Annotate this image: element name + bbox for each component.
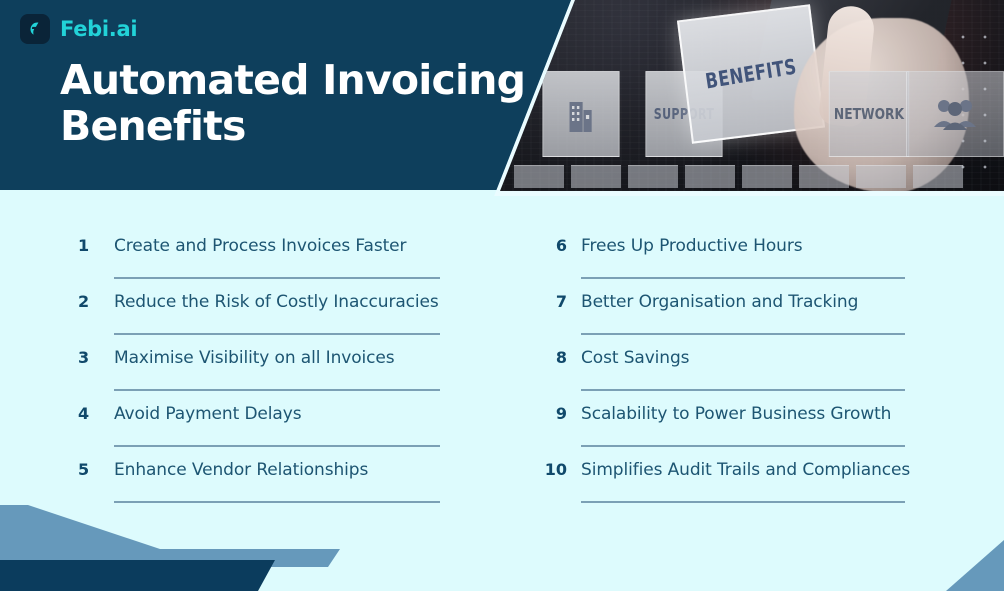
footer-accent-navy <box>0 560 275 591</box>
benefit-number: 1 <box>78 236 90 255</box>
benefit-number: 7 <box>555 292 567 311</box>
benefit-row: 6 Frees Up Productive Hours <box>541 236 1004 292</box>
icon-chip <box>514 165 564 188</box>
benefit-number: 10 <box>544 460 567 479</box>
benefit-row: 5 Enhance Vendor Relationships <box>78 460 541 516</box>
icon-chip <box>742 165 792 188</box>
benefit-label: Reduce the Risk of Costly Inaccuracies <box>114 292 439 312</box>
benefits-column-right: 6 Frees Up Productive Hours 7 Better Org… <box>541 236 1004 516</box>
building-icon <box>542 71 620 157</box>
benefit-row: 7 Better Organisation and Tracking <box>541 292 1004 348</box>
benefit-number: 9 <box>555 404 567 423</box>
benefit-number: 8 <box>555 348 567 367</box>
benefit-number: 5 <box>78 460 90 479</box>
brand-name: Febi.ai <box>60 17 138 41</box>
icon-chip <box>571 165 621 188</box>
benefit-divider <box>581 389 905 391</box>
icon-chip <box>913 165 963 188</box>
photo-image: SUPPORT BENEFITS NETWORK <box>500 0 1004 191</box>
benefit-divider <box>114 277 440 279</box>
icon-chip <box>628 165 678 188</box>
benefit-row: 10 Simplifies Audit Trails and Complianc… <box>541 460 1004 516</box>
infographic-canvas: Febi.ai Automated Invoicing Benefits SUP… <box>0 0 1004 591</box>
benefit-label: Maximise Visibility on all Invoices <box>114 348 395 368</box>
people-group-icon <box>906 71 1004 157</box>
benefit-row: 9 Scalability to Power Business Growth <box>541 404 1004 460</box>
icon-chip <box>856 165 906 188</box>
hero-photo: SUPPORT BENEFITS NETWORK <box>494 0 1004 196</box>
benefit-label: Scalability to Power Business Growth <box>581 404 892 424</box>
benefit-number: 6 <box>555 236 567 255</box>
benefit-row: 3 Maximise Visibility on all Invoices <box>78 348 541 404</box>
icon-chip <box>685 165 735 188</box>
benefit-label: Enhance Vendor Relationships <box>114 460 369 480</box>
benefit-label: Cost Savings <box>581 348 690 368</box>
icon-chip <box>799 165 849 188</box>
benefit-divider <box>581 501 905 503</box>
benefits-list: 1 Create and Process Invoices Faster 2 R… <box>0 236 1004 516</box>
benefit-label: Better Organisation and Tracking <box>581 292 859 312</box>
benefit-row: 2 Reduce the Risk of Costly Inaccuracies <box>78 292 541 348</box>
photo-tile-benefits-label: BENEFITS <box>703 54 799 94</box>
benefit-divider <box>581 333 905 335</box>
benefit-row: 1 Create and Process Invoices Faster <box>78 236 541 292</box>
benefit-label: Simplifies Audit Trails and Compliances <box>581 460 911 480</box>
benefit-label: Create and Process Invoices Faster <box>114 236 407 256</box>
benefit-label: Avoid Payment Delays <box>114 404 302 424</box>
benefit-number: 2 <box>78 292 90 311</box>
benefit-divider <box>114 389 440 391</box>
benefit-row: 8 Cost Savings <box>541 348 1004 404</box>
benefit-divider <box>114 445 440 447</box>
febi-f-logo-icon <box>20 14 50 44</box>
benefit-label: Frees Up Productive Hours <box>581 236 803 256</box>
page-title: Automated Invoicing Benefits <box>60 56 526 150</box>
photo-tile-network: NETWORK <box>828 71 910 157</box>
benefit-number: 4 <box>78 404 90 423</box>
benefit-row: 4 Avoid Payment Delays <box>78 404 541 460</box>
benefits-column-left: 1 Create and Process Invoices Faster 2 R… <box>78 236 541 516</box>
benefit-divider <box>581 445 905 447</box>
benefit-divider <box>581 277 905 279</box>
benefit-number: 3 <box>78 348 90 367</box>
footer-accent-right <box>946 540 1004 591</box>
brand-logo[interactable]: Febi.ai <box>20 14 138 44</box>
benefit-divider <box>114 333 440 335</box>
benefit-divider <box>114 501 440 503</box>
photo-icon-strip <box>508 165 1004 191</box>
